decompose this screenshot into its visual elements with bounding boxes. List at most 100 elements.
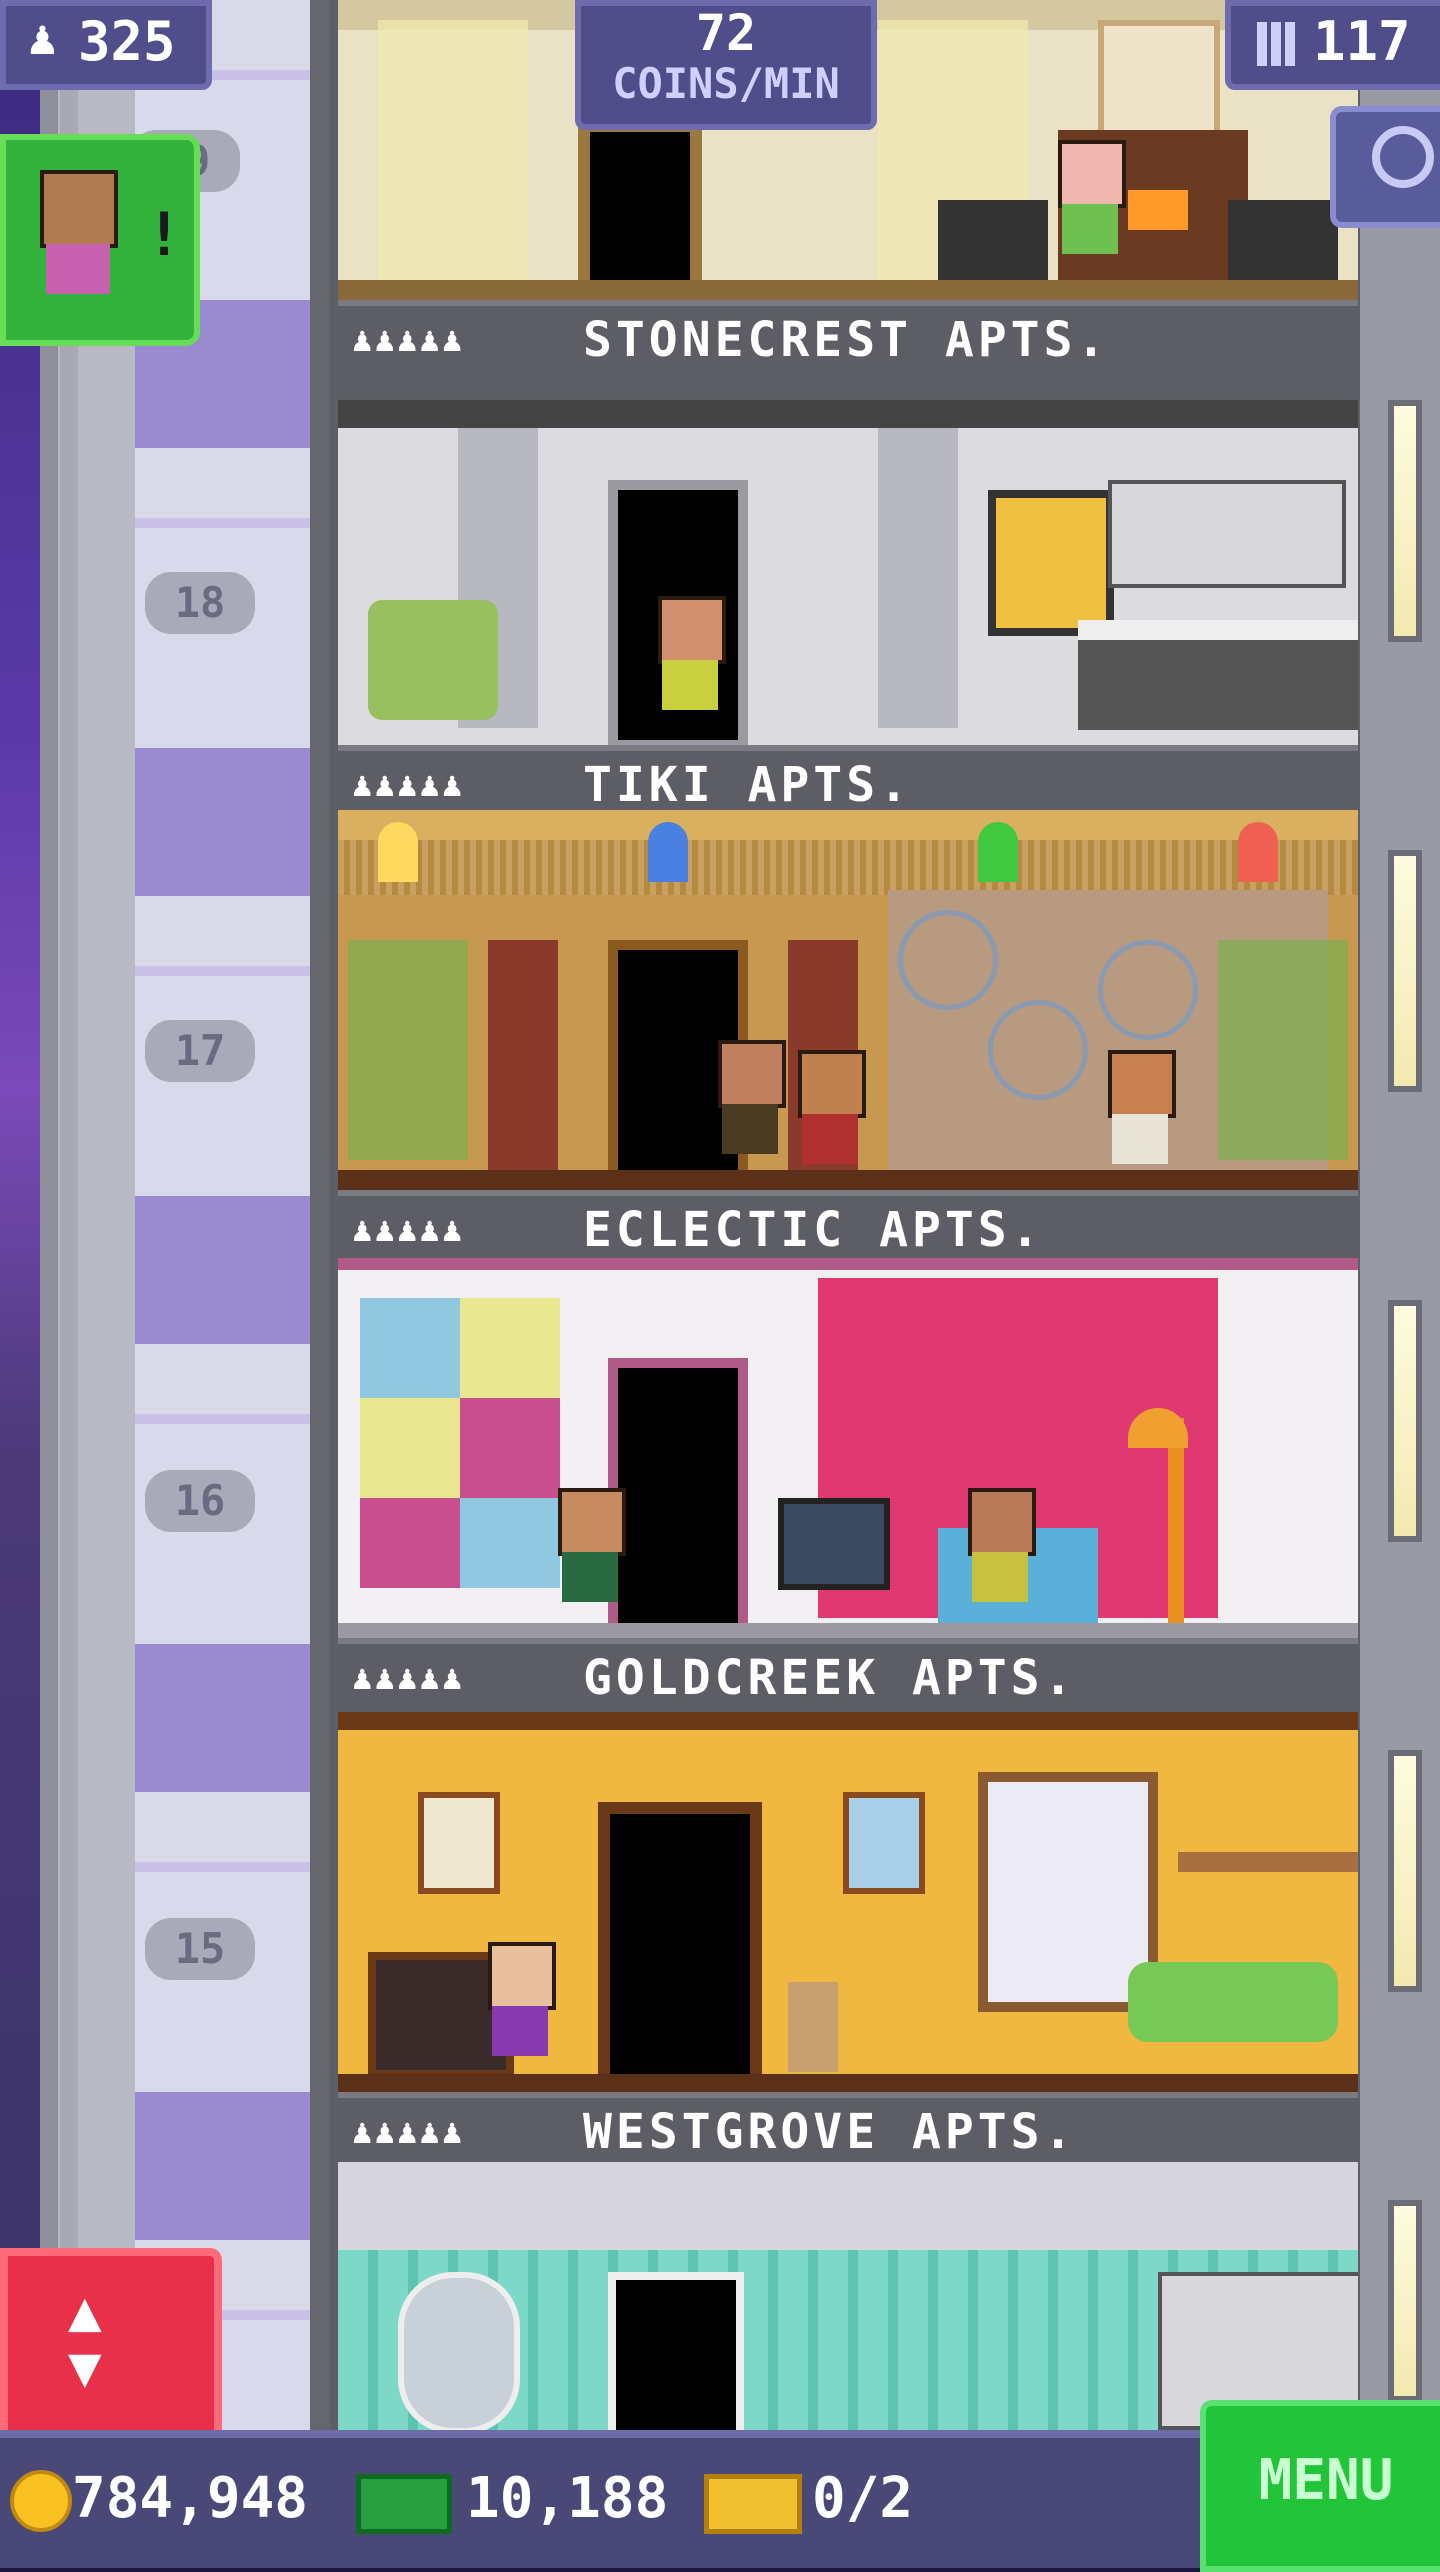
elevator-track xyxy=(135,0,310,2430)
bamboo-valance xyxy=(338,840,1358,895)
floor-boards xyxy=(338,1170,1358,1190)
ceiling xyxy=(338,2162,1358,2250)
floor-14-room[interactable] xyxy=(338,2162,1358,2430)
floor-number-15: 15 xyxy=(145,1918,255,1980)
bitizen-body xyxy=(492,2006,548,2056)
floor-label-westgrove[interactable]: ♟♟♟♟♟ WESTGROVE APTS. xyxy=(338,2092,1358,2166)
tiki-statue xyxy=(488,940,558,1170)
ceiling-trim xyxy=(338,1258,1358,1270)
visitor-notification-button[interactable]: ! xyxy=(0,134,200,346)
person-icon: ♟ xyxy=(28,10,57,66)
bitizen-head xyxy=(1108,1050,1176,1118)
shaft-rail-left-inner xyxy=(60,0,78,2430)
wall-sconce-glow xyxy=(378,20,528,280)
portrait-frame xyxy=(418,1792,500,1894)
visitor-alert-icon xyxy=(40,170,118,248)
floor-name: ECLECTIC APTS. xyxy=(583,1202,1044,1258)
floor-number-17: 17 xyxy=(145,1020,255,1082)
ceiling xyxy=(338,400,1358,428)
bitizen-body xyxy=(562,1552,618,1602)
population-counter[interactable]: ♟ 325 xyxy=(0,0,212,90)
bitizen-body xyxy=(972,1552,1028,1602)
potted-plant xyxy=(788,1982,838,2072)
bitizen-head xyxy=(1058,140,1126,208)
fire xyxy=(1128,190,1188,230)
painting-block xyxy=(460,1298,560,1398)
wall-lamp xyxy=(1388,2200,1422,2402)
ceiling-trim xyxy=(338,1712,1358,1730)
occupancy-indicator: ♟♟♟♟♟ xyxy=(352,1210,465,1250)
bamboo-plant xyxy=(1218,940,1348,1160)
tower-right-wall xyxy=(1360,0,1440,2430)
abstract-painting xyxy=(360,1298,560,1588)
armchair xyxy=(938,200,1048,280)
bux-bill-icon xyxy=(356,2474,452,2534)
wall-shelf xyxy=(1178,1852,1358,1872)
floor-eclectic-room[interactable] xyxy=(338,810,1358,1190)
floor-label-eclectic[interactable]: ♟♟♟♟♟ ECLECTIC APTS. xyxy=(338,1190,1358,1264)
bird-cage xyxy=(988,1000,1088,1100)
tickets-value: 0/2 xyxy=(812,2466,914,2531)
floor-label-tiki[interactable]: ♟♟♟♟♟ TIKI APTS. xyxy=(338,745,1358,819)
floor-tiki-room[interactable] xyxy=(338,400,1358,745)
pendant-light xyxy=(1238,822,1278,882)
pendant-light xyxy=(978,822,1018,882)
occupancy-indicator: ♟♟♟♟♟ xyxy=(352,2112,465,2152)
menu-button[interactable]: MENU xyxy=(1200,2400,1440,2572)
bird-cage xyxy=(898,910,998,1010)
green-armchair xyxy=(368,600,498,720)
floor-name: WESTGROVE APTS. xyxy=(583,2104,1077,2160)
apartment-door[interactable] xyxy=(598,1802,762,2092)
bitizen-head xyxy=(718,1040,786,1108)
shaft-rail-left xyxy=(40,0,58,2430)
wall-lamp xyxy=(1388,1750,1422,1992)
pillar xyxy=(878,428,958,728)
golden-ticket-icon xyxy=(704,2474,802,2534)
visitor-body xyxy=(46,244,110,294)
coins-per-min-display[interactable]: 72 COINS/MIN xyxy=(575,0,877,130)
bitizen-body xyxy=(722,1104,778,1154)
floor-name: TIKI APTS. xyxy=(583,757,912,813)
elevator-button[interactable]: ▲ ▼ xyxy=(0,2248,222,2444)
floor-number-18: 18 xyxy=(145,572,255,634)
bitizen-head xyxy=(798,1050,866,1118)
bitizen-body xyxy=(1062,204,1118,254)
pendant-light xyxy=(648,822,688,882)
wall-lamp xyxy=(1388,400,1422,642)
television xyxy=(778,1498,890,1590)
pendant-light xyxy=(378,822,418,882)
floor-label-stonecrest[interactable]: ♟♟♟♟♟ STONECREST APTS. xyxy=(338,300,1358,374)
bitizen-head xyxy=(968,1488,1036,1556)
painting-block xyxy=(460,1498,560,1588)
apartment-door[interactable] xyxy=(608,1358,748,1638)
floor-name: GOLDCREEK APTS. xyxy=(583,1650,1077,1706)
floor-number-16: 16 xyxy=(145,1470,255,1532)
painting-block xyxy=(360,1398,460,1498)
bitizen-body xyxy=(802,1114,858,1164)
portrait-frame xyxy=(843,1792,925,1894)
apartment-door[interactable] xyxy=(578,120,702,300)
coin-icon xyxy=(10,2470,72,2532)
coins-value: 784,948 xyxy=(72,2466,309,2531)
floor-boards xyxy=(338,2074,1358,2092)
apartment-door[interactable] xyxy=(608,2272,744,2430)
elevator-shaft[interactable] xyxy=(40,0,334,2430)
kitchen-cabinets xyxy=(1108,480,1346,588)
floor-goldcreek-room[interactable] xyxy=(338,1258,1358,1638)
floor-westgrove-room[interactable] xyxy=(338,1712,1358,2092)
bitizen-body xyxy=(662,660,718,710)
floor-lamp xyxy=(1168,1418,1184,1628)
armchair xyxy=(1228,200,1338,280)
floor-counter[interactable]: 117 xyxy=(1225,0,1440,90)
up-down-arrows-icon: ▲ ▼ xyxy=(68,2279,102,2400)
floor-boards xyxy=(338,1623,1358,1638)
floor-boards xyxy=(338,280,1358,300)
flower-painting xyxy=(1098,20,1220,142)
bitizen-head xyxy=(658,596,726,664)
wall-lamp xyxy=(1388,850,1422,1092)
magnifier-button[interactable] xyxy=(1330,106,1440,228)
oval-mirror xyxy=(398,2272,520,2430)
floor-label-goldcreek[interactable]: ♟♟♟♟♟ GOLDCREEK APTS. xyxy=(338,1638,1358,1712)
floor-name: STONECREST APTS. xyxy=(583,312,1110,368)
bux-value: 10,188 xyxy=(466,2466,669,2531)
